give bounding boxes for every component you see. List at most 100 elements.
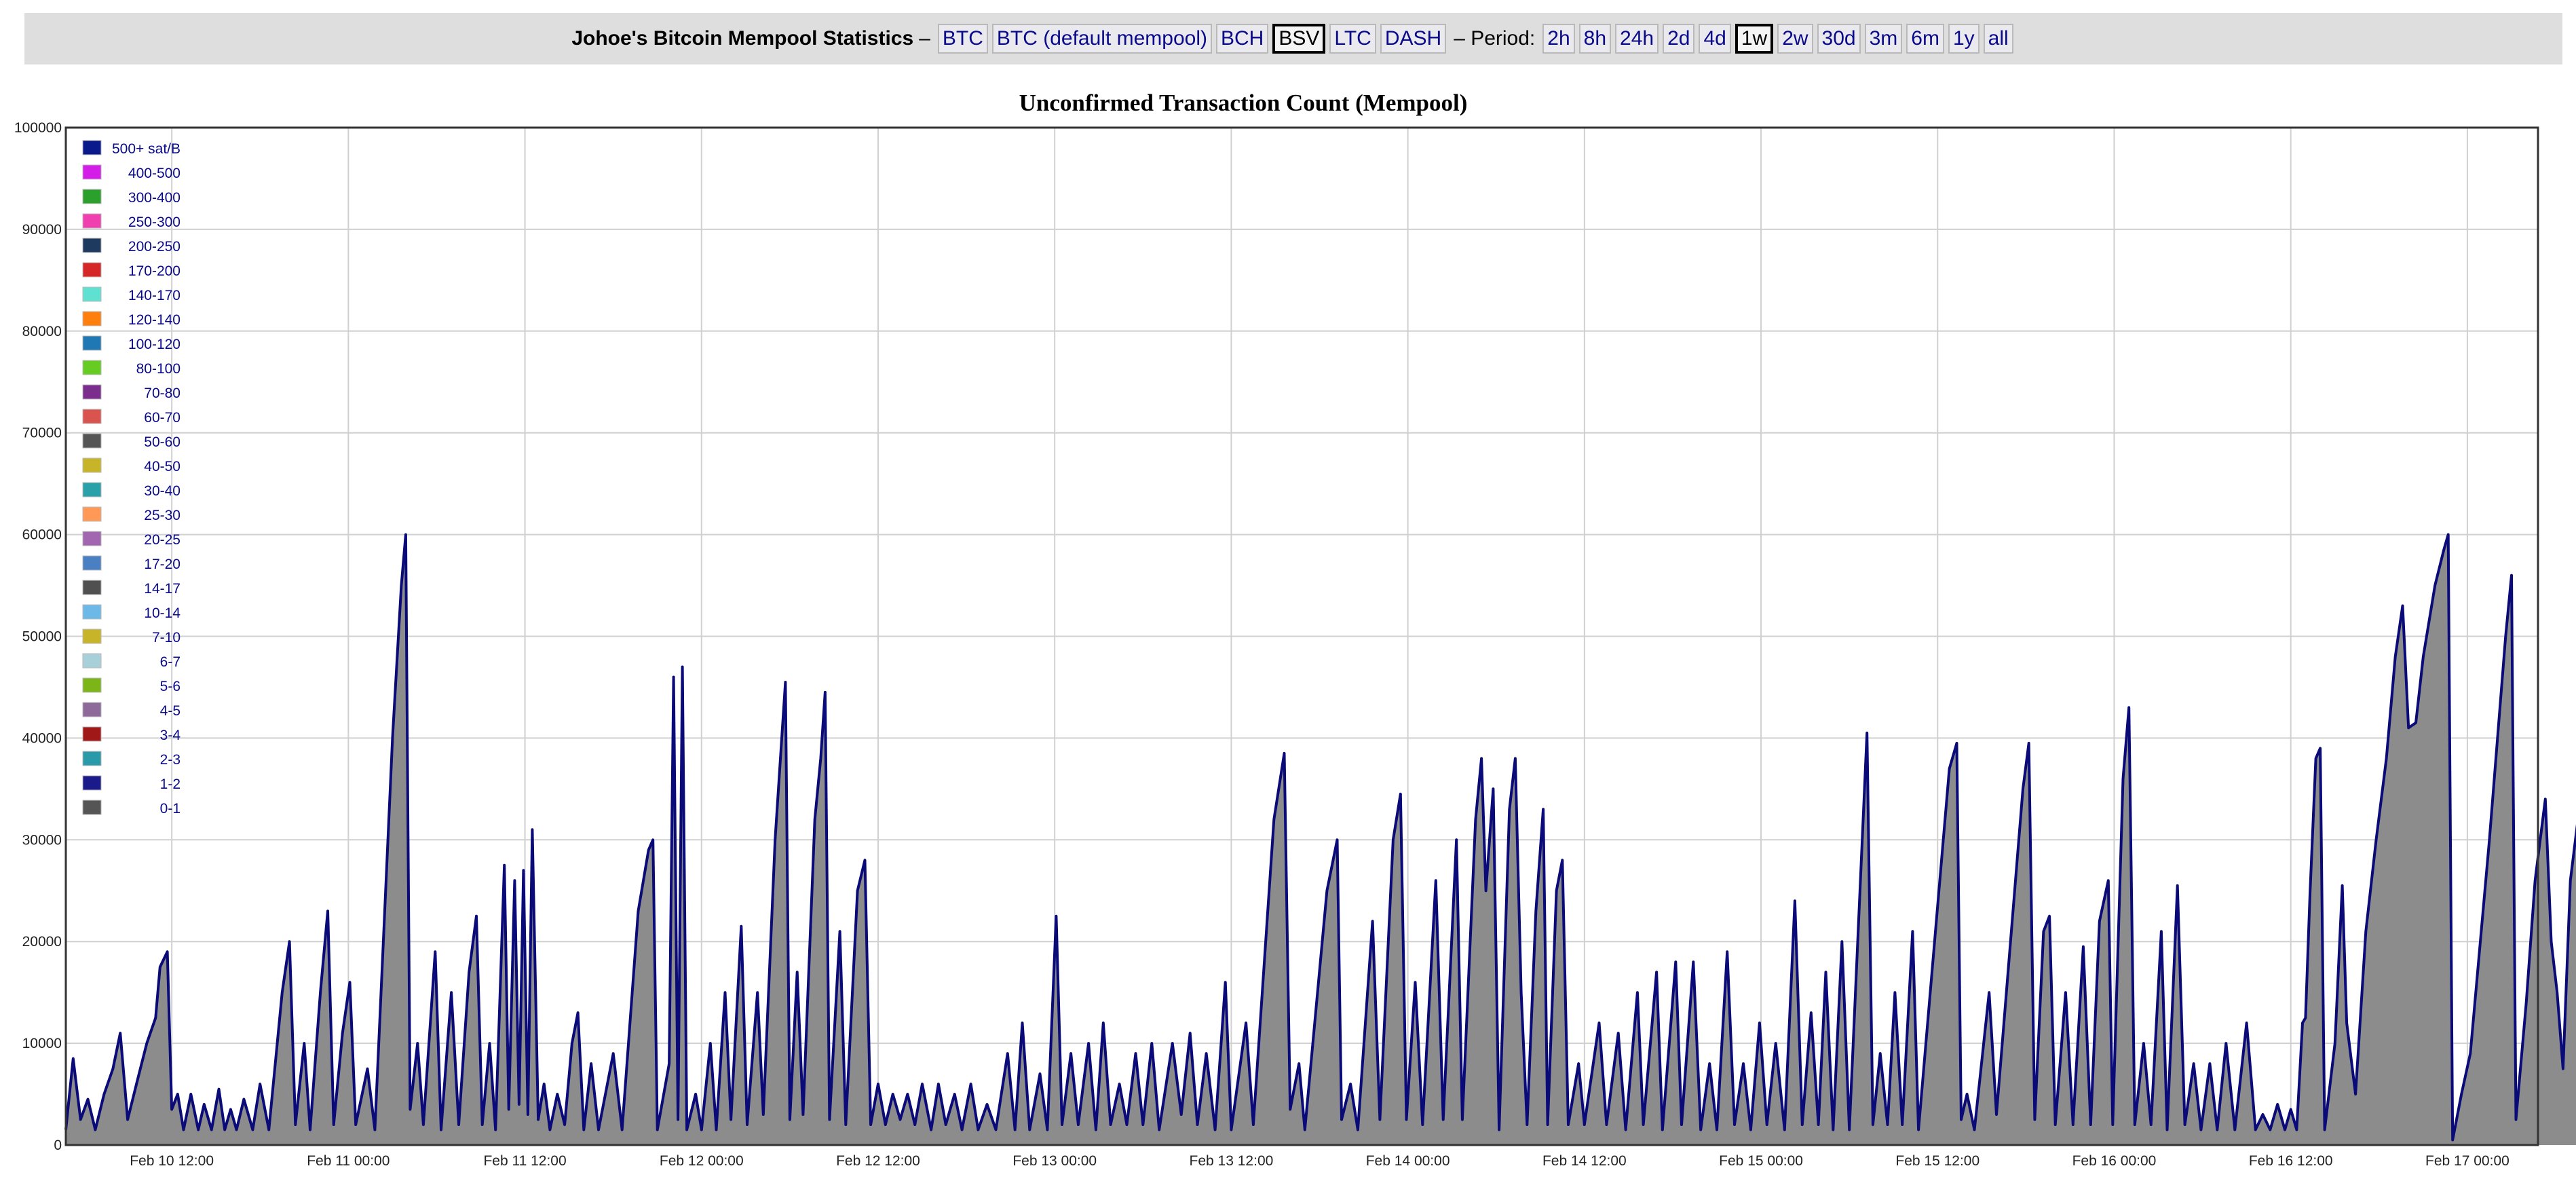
legend-swatch (82, 775, 102, 791)
legend-swatch (82, 677, 102, 693)
coin-button-btc[interactable]: BTC (937, 24, 988, 54)
legend-label[interactable]: 400-500 (128, 166, 181, 181)
y-tick-label: 100000 (14, 120, 62, 136)
legend-swatch (82, 311, 102, 326)
period-button-all[interactable]: all (1983, 24, 2013, 54)
legend-swatch (82, 433, 102, 449)
y-tick-label: 60000 (22, 527, 62, 543)
period-button-3m[interactable]: 3m (1864, 24, 1903, 54)
legend-swatch (82, 409, 102, 424)
legend-label[interactable]: 300-400 (128, 190, 181, 206)
chart-legend: 500+ sat/B 400-500 300-400 250-300 200-250 17… (82, 140, 181, 817)
period-button-8h[interactable]: 8h (1578, 24, 1612, 54)
period-selector: 2h 8h 24h 2d 4d 1w 2w 30d 3m 6m 1y all (1540, 24, 2015, 54)
legend-label[interactable]: 20-25 (144, 532, 181, 548)
legend-swatch (82, 629, 102, 644)
y-tick-label: 50000 (22, 629, 62, 645)
legend-swatch (82, 384, 102, 400)
legend-label[interactable]: 70-80 (144, 386, 181, 401)
coin-button-bsv[interactable]: BSV (1272, 24, 1326, 54)
legend-label[interactable]: 200-250 (128, 239, 181, 255)
legend-swatch (82, 189, 102, 204)
legend-label[interactable]: 25-30 (144, 508, 181, 523)
legend-label[interactable]: 120-140 (128, 312, 181, 328)
legend-swatch (82, 653, 102, 669)
legend-label[interactable]: 7-10 (152, 630, 181, 645)
period-button-1w[interactable]: 1w (1735, 24, 1774, 54)
legend-label[interactable]: 10-14 (144, 605, 181, 621)
y-tick-label: 20000 (22, 934, 62, 950)
x-tick-label: Feb 17 00:00 (2425, 1153, 2509, 1169)
legend-label[interactable]: 0-1 (160, 801, 181, 817)
x-tick-label: Feb 16 12:00 (2249, 1153, 2333, 1169)
chart-series (64, 533, 2576, 1145)
legend-swatch (82, 238, 102, 253)
legend-swatch (82, 800, 102, 815)
period-button-2w[interactable]: 2w (1777, 24, 1813, 54)
legend-label[interactable]: 500+ sat/B (112, 141, 181, 157)
x-tick-label: Feb 11 12:00 (483, 1153, 566, 1169)
legend-swatch (82, 213, 102, 229)
x-tick-label: Feb 14 12:00 (1542, 1153, 1627, 1169)
legend-label[interactable]: 14-17 (144, 581, 181, 597)
legend-label[interactable]: 170-200 (128, 263, 181, 279)
legend-swatch (82, 457, 102, 473)
legend-label[interactable]: 2-3 (160, 752, 181, 768)
top-navigation-bar: Johoe's Bitcoin Mempool Statistics – BTC… (24, 13, 2562, 64)
legend-label[interactable]: 5-6 (160, 679, 181, 694)
legend-label[interactable]: 6-7 (160, 654, 181, 670)
mempool-area (66, 534, 2576, 1145)
x-tick-label: Feb 13 00:00 (1012, 1153, 1097, 1169)
legend-label[interactable]: 3-4 (160, 728, 181, 743)
x-tick-label: Feb 12 00:00 (660, 1153, 744, 1169)
chart-title: Unconfirmed Transaction Count (Mempool) (1019, 90, 1468, 116)
legend-label[interactable]: 50-60 (144, 434, 181, 450)
period-button-2h[interactable]: 2h (1542, 24, 1575, 54)
legend-swatch (82, 506, 102, 522)
legend-swatch (82, 286, 102, 302)
period-button-1y[interactable]: 1y (1948, 24, 1980, 54)
legend-label[interactable]: 80-100 (136, 361, 181, 377)
y-tick-label: 70000 (22, 426, 62, 441)
coin-button-ltc[interactable]: LTC (1329, 24, 1376, 54)
x-tick-label: Feb 16 00:00 (2072, 1153, 2157, 1169)
coin-button-btc-default-mempool[interactable]: BTC (default mempool) (991, 24, 1212, 54)
legend-label[interactable]: 17-20 (144, 557, 181, 572)
y-tick-label: 10000 (22, 1036, 62, 1051)
legend-label[interactable]: 140-170 (128, 288, 181, 303)
legend-swatch (82, 580, 102, 595)
legend-swatch (82, 555, 102, 571)
legend-label[interactable]: 40-50 (144, 459, 181, 474)
legend-swatch (82, 262, 102, 278)
legend-label[interactable]: 250-300 (128, 214, 181, 230)
x-tick-label: Feb 11 00:00 (307, 1153, 390, 1169)
legend-swatch (82, 140, 102, 155)
coin-button-dash[interactable]: DASH (1380, 24, 1447, 54)
period-button-2d[interactable]: 2d (1663, 24, 1695, 54)
legend-swatch (82, 335, 102, 351)
site-title: Johoe's Bitcoin Mempool Statistics (571, 27, 914, 50)
period-button-24h[interactable]: 24h (1615, 24, 1659, 54)
period-button-6m[interactable]: 6m (1906, 24, 1944, 54)
period-button-4d[interactable]: 4d (1699, 24, 1731, 54)
legend-swatch (82, 751, 102, 766)
y-tick-label: 0 (54, 1138, 62, 1153)
legend-swatch (82, 482, 102, 498)
coin-button-bch[interactable]: BCH (1216, 24, 1269, 54)
mempool-chart: Unconfirmed Transaction Count (Mempool) … (14, 90, 2576, 1169)
period-button-30d[interactable]: 30d (1817, 24, 1861, 54)
x-tick-label: Feb 12 12:00 (836, 1153, 920, 1169)
legend-label[interactable]: 4-5 (160, 703, 181, 719)
legend-label[interactable]: 60-70 (144, 410, 181, 426)
x-tick-label: Feb 14 00:00 (1366, 1153, 1450, 1169)
legend-label[interactable]: 100-120 (128, 337, 181, 352)
coin-selector: BTC BTC (default mempool) BCH BSV LTC DASH (936, 24, 1448, 54)
legend-label[interactable]: 1-2 (160, 776, 181, 792)
title-separator: – (919, 27, 930, 50)
legend-swatch (82, 726, 102, 742)
y-tick-label: 40000 (22, 730, 62, 746)
x-tick-label: Feb 15 00:00 (1719, 1153, 1803, 1169)
legend-swatch (82, 531, 102, 546)
legend-label[interactable]: 30-40 (144, 483, 181, 499)
legend-swatch (82, 164, 102, 180)
